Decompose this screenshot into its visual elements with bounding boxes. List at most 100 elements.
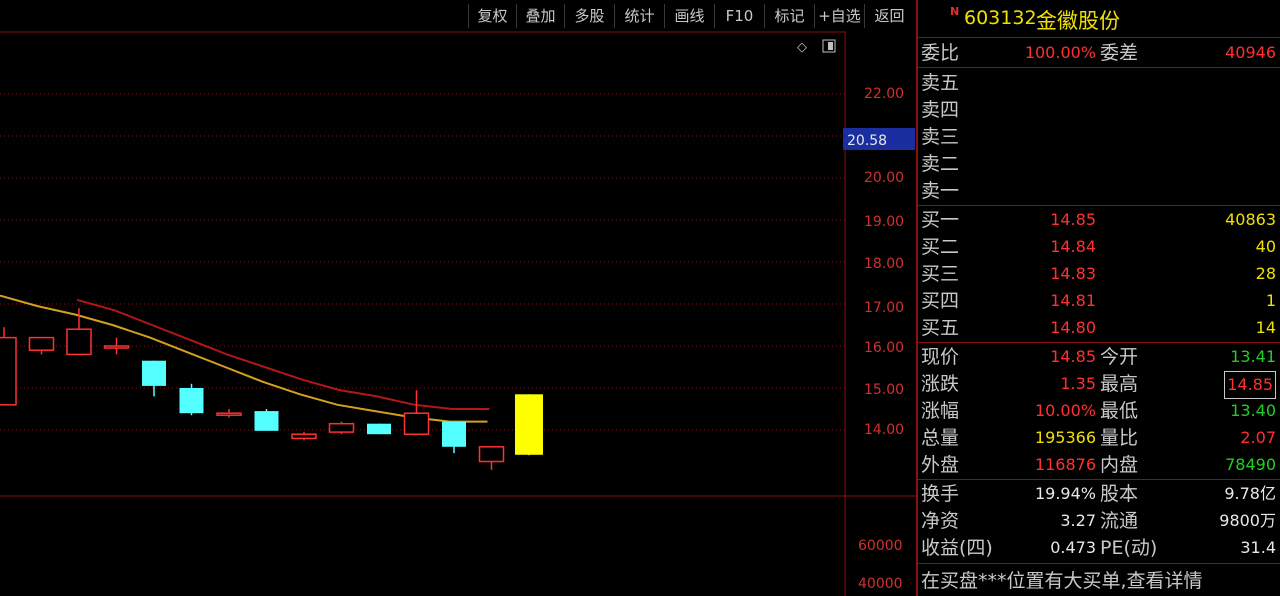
- turnover-value: 19.94%: [1034, 484, 1096, 503]
- quote-row: 外盘 116876 内盘 78490: [918, 452, 1280, 478]
- overlay-button[interactable]: 叠加: [516, 4, 564, 28]
- outer-volume-value: 116876: [1034, 455, 1096, 474]
- ask-row[interactable]: 卖一: [918, 178, 1280, 204]
- ma-line-yellow: [0, 294, 488, 423]
- multi-stock-button[interactable]: 多股: [564, 4, 614, 28]
- stock-header: N 603132 金徽股份: [918, 0, 1280, 38]
- kline-chart[interactable]: ◇ 22.00 20.00 19.00 18.00 17.00 16.00 15…: [0, 30, 916, 596]
- candle[interactable]: [0, 336, 17, 406]
- volume-tick-40000: 40000: [858, 576, 903, 592]
- separator: [918, 479, 1280, 480]
- stock-name[interactable]: 金徽股份: [1036, 5, 1120, 35]
- change-pct-label: 涨幅: [921, 400, 960, 422]
- big-order-hint-link[interactable]: 在买盘***位置有大买单,查看详情: [921, 566, 1203, 593]
- price-tick-18: 18.00: [864, 256, 904, 272]
- total-volume-value: 195366: [1034, 428, 1096, 447]
- bid-row[interactable]: 买二 14.84 40: [918, 234, 1280, 260]
- bid-price: 14.80: [1050, 318, 1096, 337]
- order-ratio-row: 委比 100.00% 委差 40946: [918, 40, 1280, 66]
- draw-line-button[interactable]: 画线: [664, 4, 714, 28]
- price-tick-19: 19.00: [864, 214, 904, 230]
- bid-label: 买三: [921, 263, 960, 285]
- fundamental-row: 换手 19.94% 股本 9.78亿: [918, 481, 1280, 507]
- candle[interactable]: [328, 422, 355, 433]
- candle-today[interactable]: [515, 394, 543, 455]
- ask-label: 卖四: [921, 99, 960, 121]
- open-label: 今开: [1100, 346, 1139, 368]
- bid-volume: 1: [1265, 291, 1276, 310]
- statistics-button[interactable]: 统计: [614, 4, 664, 28]
- candle[interactable]: [478, 446, 505, 463]
- high-value: 14.85: [1224, 371, 1276, 399]
- share-capital-label: 股本: [1100, 483, 1139, 505]
- price-tick-15: 15.00: [864, 382, 904, 398]
- ask-row[interactable]: 卖四: [918, 97, 1280, 123]
- f10-button[interactable]: F10: [714, 4, 764, 28]
- separator: [918, 563, 1280, 564]
- bid-row[interactable]: 买三 14.83 28: [918, 261, 1280, 287]
- bid-row[interactable]: 买四 14.81 1: [918, 288, 1280, 314]
- pe-label: PE(动): [1100, 537, 1158, 559]
- pe-value: 31.4: [1240, 538, 1276, 557]
- candle[interactable]: [216, 412, 242, 416]
- inner-volume-value: 78490: [1225, 455, 1276, 474]
- candle[interactable]: [403, 412, 430, 435]
- volume-tick-60000: 60000: [858, 538, 903, 554]
- ask-row[interactable]: 卖五: [918, 70, 1280, 96]
- candle[interactable]: [142, 360, 166, 386]
- candle[interactable]: [103, 345, 130, 349]
- diamond-icon[interactable]: ◇: [797, 40, 807, 55]
- low-value: 13.40: [1230, 401, 1276, 420]
- turnover-label: 换手: [921, 483, 960, 505]
- bid-price: 14.84: [1050, 237, 1096, 256]
- candle[interactable]: [66, 328, 92, 356]
- change-value: 1.35: [1060, 374, 1096, 393]
- candle[interactable]: [254, 411, 279, 431]
- bid-label: 买二: [921, 236, 960, 258]
- fundamental-row: 收益(四) 0.473 PE(动) 31.4: [918, 535, 1280, 561]
- stock-code[interactable]: 603132: [964, 7, 1037, 29]
- bid-volume: 28: [1255, 264, 1276, 283]
- restore-rights-button[interactable]: 复权: [468, 4, 516, 28]
- volume-ratio-value: 2.07: [1240, 428, 1276, 447]
- bid-volume: 40863: [1225, 210, 1276, 229]
- order-diff-label: 委差: [1100, 42, 1139, 64]
- ask-row[interactable]: 卖二: [918, 151, 1280, 177]
- bid-price: 14.85: [1050, 210, 1096, 229]
- quote-row: 涨幅 10.00% 最低 13.40: [918, 398, 1280, 424]
- quote-row: 总量 195366 量比 2.07: [918, 425, 1280, 451]
- quote-row: 现价 14.85 今开 13.41: [918, 344, 1280, 370]
- ask-label: 卖一: [921, 180, 960, 202]
- net-asset-value: 3.27: [1060, 511, 1096, 530]
- bid-row[interactable]: 买五 14.80 14: [918, 315, 1280, 341]
- current-price-value: 14.85: [1050, 347, 1096, 366]
- candle[interactable]: [291, 433, 317, 440]
- volume-ratio-label: 量比: [1100, 427, 1139, 449]
- candle[interactable]: [28, 336, 55, 351]
- separator: [918, 205, 1280, 206]
- add-watchlist-button[interactable]: +自选: [814, 4, 864, 28]
- ask-row[interactable]: 卖三: [918, 124, 1280, 150]
- current-price-tag-label: 20.58: [847, 133, 887, 149]
- price-tick-14: 14.00: [864, 422, 904, 438]
- current-price-label: 现价: [921, 346, 960, 368]
- candle[interactable]: [179, 388, 204, 414]
- share-capital-value: 9.78亿: [1224, 484, 1276, 503]
- eps-value: 0.473: [1050, 538, 1096, 557]
- candle[interactable]: [442, 421, 466, 447]
- open-value: 13.41: [1230, 347, 1276, 366]
- ask-label: 卖三: [921, 126, 960, 148]
- order-ratio-value: 100.00%: [1024, 43, 1096, 62]
- bid-row[interactable]: 买一 14.85 40863: [918, 207, 1280, 233]
- back-button[interactable]: 返回: [864, 4, 914, 28]
- eps-label: 收益(四): [921, 537, 993, 559]
- order-ratio-label: 委比: [921, 42, 960, 64]
- chart-toolbar: 复权 叠加 多股 统计 画线 F10 标记 +自选 返回: [0, 0, 916, 30]
- candle[interactable]: [367, 423, 391, 435]
- high-label: 最高: [1100, 373, 1139, 395]
- quote-row: 涨跌 1.35 最高 14.85: [918, 371, 1280, 399]
- mark-button[interactable]: 标记: [764, 4, 814, 28]
- kline-svg[interactable]: ◇ 22.00 20.00 19.00 18.00 17.00 16.00 15…: [0, 30, 916, 596]
- price-tick-20: 20.00: [864, 170, 904, 186]
- net-asset-label: 净资: [921, 510, 960, 532]
